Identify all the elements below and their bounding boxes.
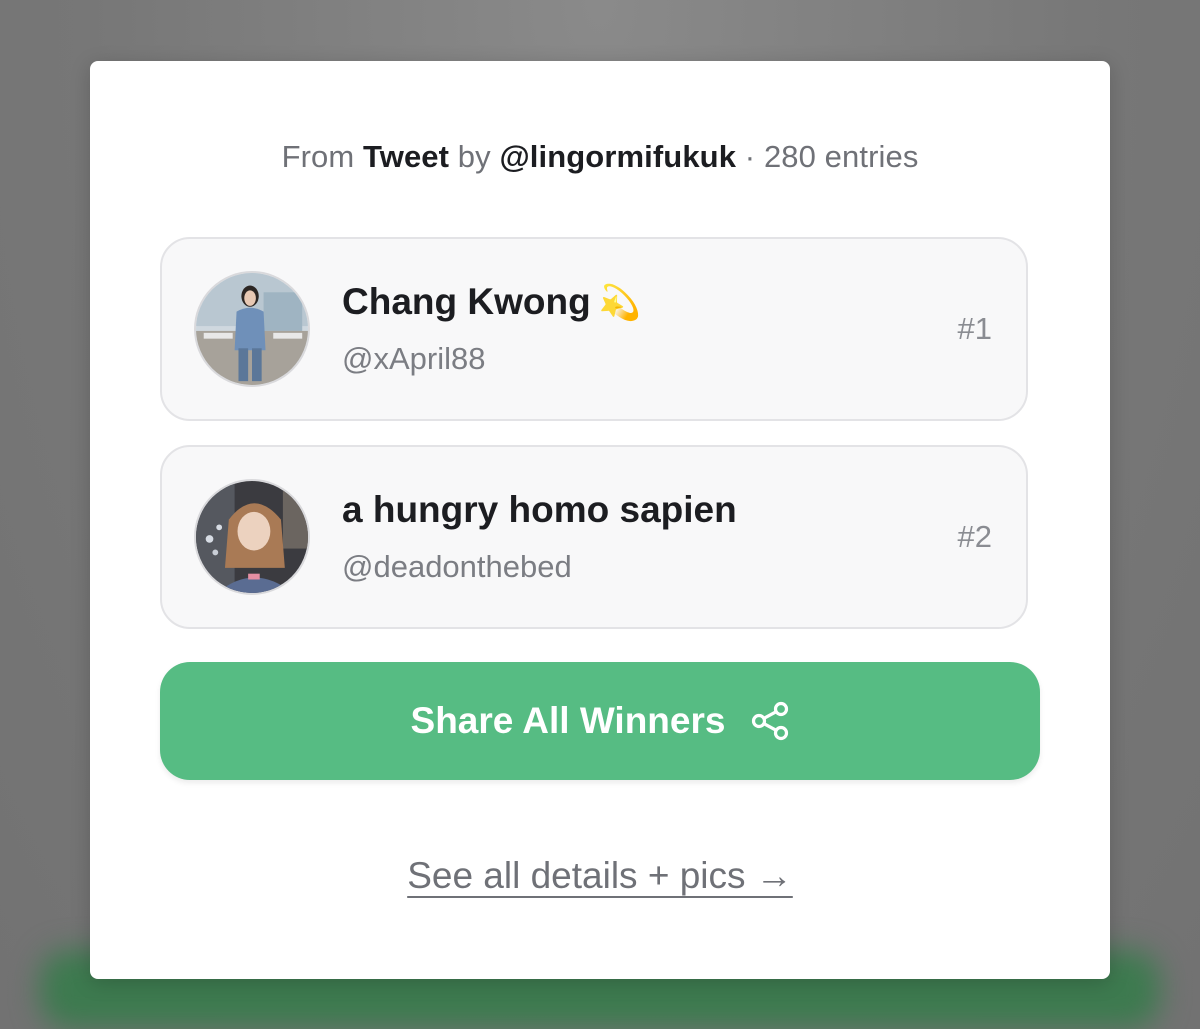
winner-handle[interactable]: @deadonthebed [342,549,572,585]
winner-handle[interactable]: @xApril88 [342,341,485,377]
winner-name: Chang Kwong 💫 [342,281,642,322]
winner-name: a hungry homo sapien [342,489,737,530]
winner-rank: #1 [957,311,992,346]
source-entries: 280 entries [763,139,919,174]
winner-rank: #2 [957,519,992,554]
share-icon [751,701,789,741]
source-type[interactable]: Tweet [363,139,449,174]
winners-modal: From Tweet by @lingormifukuk · 280 entri… [90,61,1110,979]
source-by: by [457,139,491,174]
dizzy-star-emoji: 💫 [598,284,642,322]
share-all-winners-button[interactable]: Share All Winners [160,662,1040,780]
avatar [194,271,310,387]
avatar-photo [196,481,308,593]
avatar-photo [196,273,308,385]
source-line: From Tweet by @lingormifukuk · 280 entri… [90,139,1110,175]
source-author[interactable]: @lingormifukuk [499,139,736,174]
winner-card[interactable]: a hungry homo sapien @deadonthebed #2 [160,445,1028,629]
see-all-details-link[interactable]: See all details + pics → [90,855,1110,897]
winner-card[interactable]: Chang Kwong 💫 @xApril88 #1 [160,237,1028,421]
share-button-label: Share All Winners [410,700,726,741]
source-separator: · [744,139,756,174]
avatar [194,479,310,595]
source-prefix: From [281,139,355,174]
